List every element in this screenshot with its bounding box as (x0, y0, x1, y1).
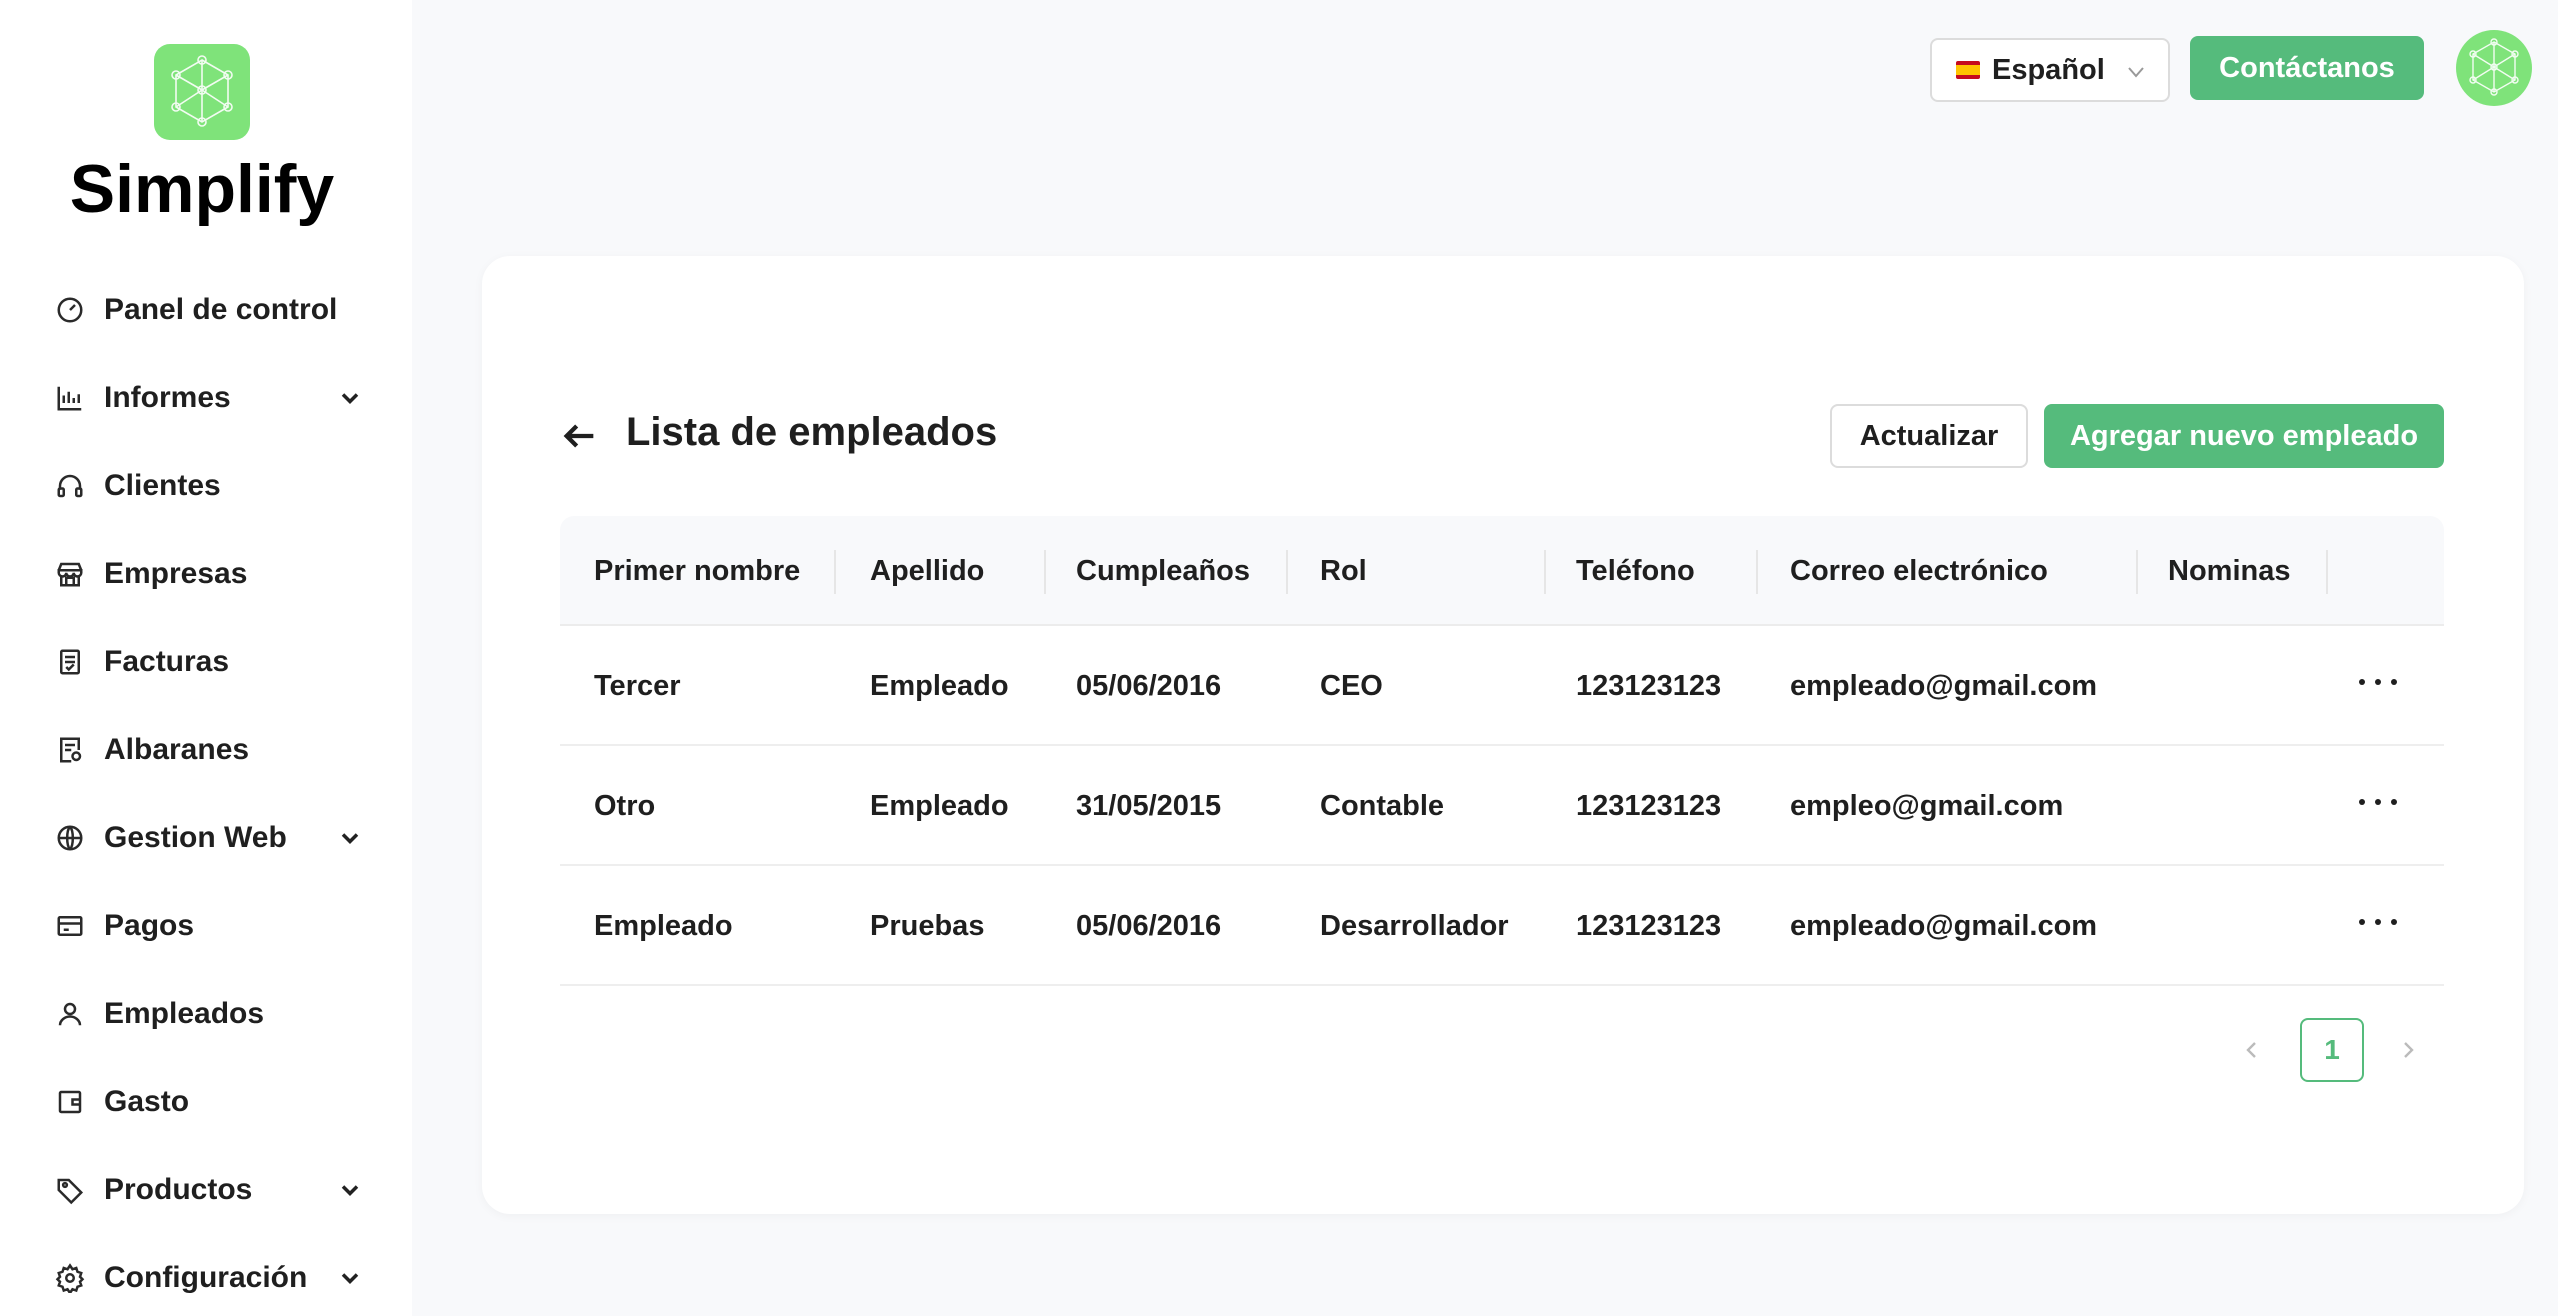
sidebar-item-label: Panel de control (104, 293, 338, 326)
sidebar: Simplify Panel de control Informes Clien… (0, 0, 412, 1316)
sidebar-item-label: Gasto (104, 1085, 190, 1118)
cell-last-name: Empleado (870, 789, 1009, 822)
column-header-last-name[interactable]: Apellido (870, 516, 984, 626)
sidebar-item-label: Pagos (104, 909, 195, 942)
spain-flag-icon (1956, 61, 1980, 79)
cell-last-name: Empleado (870, 669, 1009, 702)
column-header-phone[interactable]: Teléfono (1576, 516, 1695, 626)
sidebar-item-label: Empresas (104, 557, 248, 590)
globe-icon (54, 822, 86, 854)
table-row[interactable]: Empleado Pruebas 05/06/2016 Desarrollado… (560, 866, 2444, 986)
cell-first-name: Tercer (594, 669, 681, 702)
more-actions-icon[interactable] (2356, 670, 2400, 694)
column-divider (1756, 550, 1758, 594)
dashboard-gauge-icon (54, 294, 86, 326)
gear-icon (54, 1262, 86, 1294)
page-button-current[interactable]: 1 (2300, 1018, 2364, 1082)
cell-phone: 123123123 (1576, 909, 1722, 942)
cell-first-name: Otro (594, 789, 656, 822)
avatar[interactable] (2456, 30, 2532, 106)
language-label: Español (1992, 53, 2105, 86)
store-icon (54, 558, 86, 590)
chevron-down-icon[interactable] (336, 384, 364, 412)
cell-birthday: 05/06/2016 (1076, 669, 1222, 702)
sidebar-item-panel-de-control[interactable]: Panel de control (0, 266, 412, 354)
bar-chart-icon (54, 382, 86, 414)
sidebar-item-pagos[interactable]: Pagos (0, 882, 412, 970)
table-header: Primer nombre Apellido Cumpleaños Rol Te… (560, 516, 2444, 626)
user-icon (54, 998, 86, 1030)
brand-name: Simplify (69, 151, 335, 227)
cell-role: CEO (1320, 669, 1383, 702)
network-cube-icon[interactable] (154, 44, 250, 140)
sidebar-item-albaranes[interactable]: Albaranes (0, 706, 412, 794)
chevron-down-icon (2124, 60, 2148, 84)
add-employee-button[interactable]: Agregar nuevo empleado (2044, 404, 2444, 468)
wallet-icon (54, 1086, 86, 1118)
chevron-right-icon[interactable] (2388, 1018, 2428, 1082)
sidebar-item-empleados[interactable]: Empleados (0, 970, 412, 1058)
sidebar-item-label: Informes (104, 381, 231, 414)
column-divider (2136, 550, 2138, 594)
column-header-role[interactable]: Rol (1320, 516, 1367, 626)
refresh-button[interactable]: Actualizar (1830, 404, 2028, 468)
invoice-icon (54, 646, 86, 678)
sidebar-item-label: Facturas (104, 645, 230, 678)
more-actions-icon[interactable] (2356, 910, 2400, 934)
more-actions-icon[interactable] (2356, 790, 2400, 814)
chevron-down-icon[interactable] (336, 1176, 364, 1204)
column-header-email[interactable]: Correo electrónico (1790, 516, 2048, 626)
column-header-birthday[interactable]: Cumpleaños (1076, 516, 1250, 626)
cell-phone: 123123123 (1576, 789, 1722, 822)
cell-last-name: Pruebas (870, 909, 985, 942)
headphones-icon (54, 470, 86, 502)
employee-list-card: Lista de empleados Actualizar Agregar nu… (482, 256, 2524, 1214)
back-arrow-icon[interactable] (560, 416, 600, 456)
sidebar-item-label: Albaranes (104, 733, 250, 766)
cell-phone: 123123123 (1576, 669, 1722, 702)
tag-icon (54, 1174, 86, 1206)
delivery-note-icon (54, 734, 86, 766)
cell-email: empleado@gmail.com (1790, 909, 2098, 942)
sidebar-item-productos[interactable]: Productos (0, 1146, 412, 1234)
cell-role: Contable (1320, 789, 1445, 822)
sidebar-nav: Panel de control Informes Clientes Empre… (0, 266, 412, 1316)
contact-button[interactable]: Contáctanos (2190, 36, 2424, 100)
chevron-left-icon[interactable] (2232, 1018, 2272, 1082)
column-divider (1044, 550, 1046, 594)
cell-email: empleo@gmail.com (1790, 789, 2064, 822)
sidebar-item-label: Empleados (104, 997, 265, 1030)
employees-table: Primer nombre Apellido Cumpleaños Rol Te… (560, 516, 2444, 986)
table-row[interactable]: Tercer Empleado 05/06/2016 CEO 123123123… (560, 626, 2444, 746)
sidebar-item-facturas[interactable]: Facturas (0, 618, 412, 706)
cell-first-name: Empleado (594, 909, 733, 942)
pagination: 1 (482, 1018, 2524, 1082)
chevron-down-icon[interactable] (336, 1264, 364, 1292)
column-divider (1286, 550, 1288, 594)
cell-email: empleado@gmail.com (1790, 669, 2098, 702)
language-select[interactable]: Español (1930, 38, 2170, 102)
sidebar-item-label: Configuración (104, 1261, 308, 1294)
sidebar-item-label: Productos (104, 1173, 253, 1206)
credit-card-icon (54, 910, 86, 942)
column-header-payroll[interactable]: Nominas (2168, 516, 2290, 626)
sidebar-item-clientes[interactable]: Clientes (0, 442, 412, 530)
sidebar-item-empresas[interactable]: Empresas (0, 530, 412, 618)
cell-role: Desarrollador (1320, 909, 1509, 942)
table-row[interactable]: Otro Empleado 31/05/2015 Contable 123123… (560, 746, 2444, 866)
sidebar-item-gestion-web[interactable]: Gestion Web (0, 794, 412, 882)
chevron-down-icon[interactable] (336, 824, 364, 852)
sidebar-item-configuracion[interactable]: Configuración (0, 1234, 412, 1316)
page-title: Lista de empleados (626, 410, 998, 454)
column-divider (834, 550, 836, 594)
column-header-first-name[interactable]: Primer nombre (594, 516, 800, 626)
cell-birthday: 05/06/2016 (1076, 909, 1222, 942)
cell-birthday: 31/05/2015 (1076, 789, 1222, 822)
sidebar-item-gasto[interactable]: Gasto (0, 1058, 412, 1146)
column-divider (2326, 550, 2328, 594)
column-divider (1544, 550, 1546, 594)
sidebar-item-informes[interactable]: Informes (0, 354, 412, 442)
sidebar-item-label: Clientes (104, 469, 221, 502)
sidebar-item-label: Gestion Web (104, 821, 287, 854)
